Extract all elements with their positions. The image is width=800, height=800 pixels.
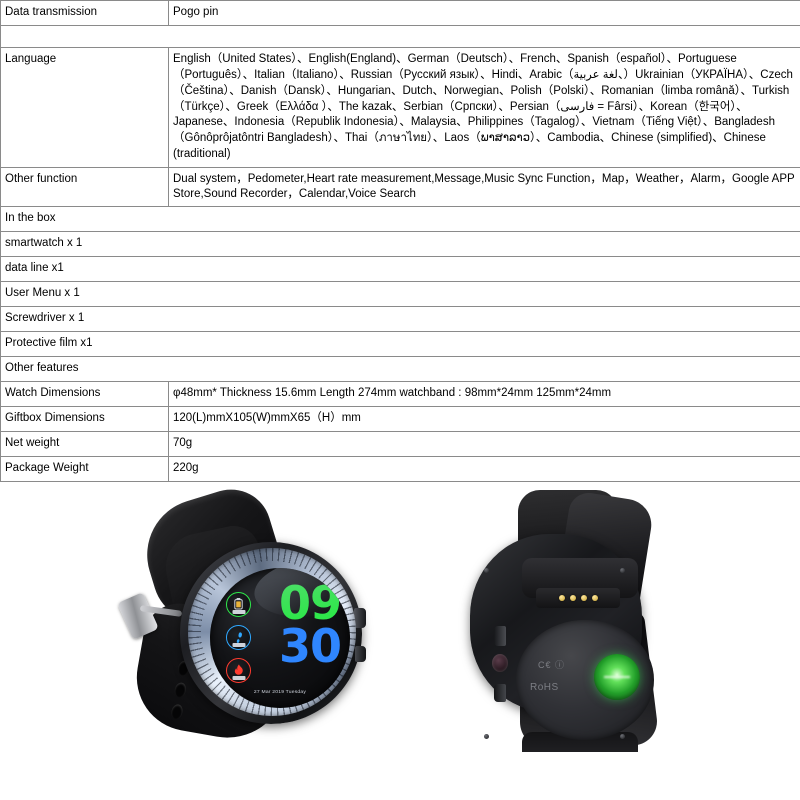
table-row: Screwdriver x 1 (0, 306, 800, 333)
row-label: Data transmission (0, 0, 169, 26)
table-row: Data transmission Pogo pin (0, 0, 800, 26)
table-row: Watch Dimensions φ48mm* Thickness 15.6mm… (0, 381, 800, 408)
row-value: 220g (168, 456, 800, 483)
row-label: In the box (0, 206, 800, 233)
spacer-cell-right (168, 25, 800, 48)
table-row: smartwatch x 1 (0, 231, 800, 258)
row-value: Pogo pin (168, 0, 800, 26)
table-row: Package Weight 220g (0, 456, 800, 483)
spacer-cell-left (0, 25, 169, 48)
watch-side-button-bottom[interactable] (355, 646, 366, 663)
table-spacer-row (0, 25, 800, 48)
watch-camera-lens (492, 654, 508, 673)
row-value: English（United States）、English(England)、… (168, 46, 800, 169)
watch-side-button-back-bottom[interactable] (494, 684, 506, 703)
table-row: User Menu x 1 (0, 281, 800, 308)
row-value: φ48mm* Thickness 15.6mm Length 274mm wat… (168, 381, 800, 408)
row-value: 120(L)mmX105(W)mmX65（H）mm (168, 406, 800, 433)
watch-backplate: C€ ⓘ RoHS (516, 620, 654, 741)
product-photo: 09 30 27 Mar 2019 Tuesday C€ ⓘ RoHS (0, 484, 800, 753)
pogo-pin-contacts (536, 588, 620, 609)
row-label: User Menu x 1 (0, 281, 800, 308)
table-row: data line x1 (0, 256, 800, 283)
watch-face-icon-column (226, 592, 256, 691)
watch-screen[interactable]: 09 30 27 Mar 2019 Tuesday (210, 568, 350, 709)
smartwatch-back-view: C€ ⓘ RoHS (440, 490, 740, 753)
row-label: smartwatch x 1 (0, 231, 800, 258)
steps-value-bar (232, 643, 245, 648)
case-screw (484, 734, 489, 740)
table-row: Giftbox Dimensions 120(L)mmX105(W)mmX65（… (0, 406, 800, 433)
table-row: Protective film x1 (0, 331, 800, 358)
watch-date-label: 27 Mar 2019 Tuesday (253, 689, 307, 696)
footsteps-icon (226, 625, 251, 651)
watch-case: 09 30 27 Mar 2019 Tuesday (180, 542, 366, 725)
table-row: Other function Dual system，Pedometer,Hea… (0, 167, 800, 208)
calories-flame-icon (226, 658, 251, 684)
battery-value-bar (232, 610, 245, 615)
watch-bezel: 09 30 27 Mar 2019 Tuesday (188, 548, 356, 717)
calories-value-bar (232, 676, 245, 681)
row-value: Dual system，Pedometer,Heart rate measure… (168, 167, 800, 208)
product-spec-page: Data transmission Pogo pin Language Engl… (0, 0, 800, 800)
rohs-mark-label: RoHS (530, 682, 559, 694)
row-label: Language (0, 46, 169, 169)
row-label: Other function (0, 167, 169, 208)
watch-minutes: 30 (278, 618, 342, 673)
case-screw (484, 568, 489, 574)
row-label: Other features (0, 356, 800, 383)
row-label: Watch Dimensions (0, 381, 169, 408)
table-row: Language English（United States）、English(… (0, 46, 800, 169)
battery-icon (226, 592, 251, 618)
table-row: Other features (0, 356, 800, 383)
row-label: Screwdriver x 1 (0, 306, 800, 333)
ce-mark-label: C€ ⓘ (538, 660, 566, 671)
row-label: data line x1 (0, 256, 800, 283)
heart-rate-sensor-icon (594, 654, 640, 701)
row-label: Protective film x1 (0, 331, 800, 358)
watch-case-back: C€ ⓘ RoHS (470, 534, 654, 753)
table-row: In the box (0, 206, 800, 233)
watch-side-button-back-top[interactable] (494, 626, 506, 647)
table-row: Net weight 70g (0, 431, 800, 458)
row-label: Package Weight (0, 456, 169, 483)
watch-time-display: 09 30 (278, 580, 342, 673)
smartwatch-front-view: 09 30 27 Mar 2019 Tuesday (117, 484, 378, 748)
row-label: Net weight (0, 431, 169, 458)
row-value: 70g (168, 431, 800, 458)
specification-table: Data transmission Pogo pin Language Engl… (0, 0, 800, 483)
row-label: Giftbox Dimensions (0, 406, 169, 433)
